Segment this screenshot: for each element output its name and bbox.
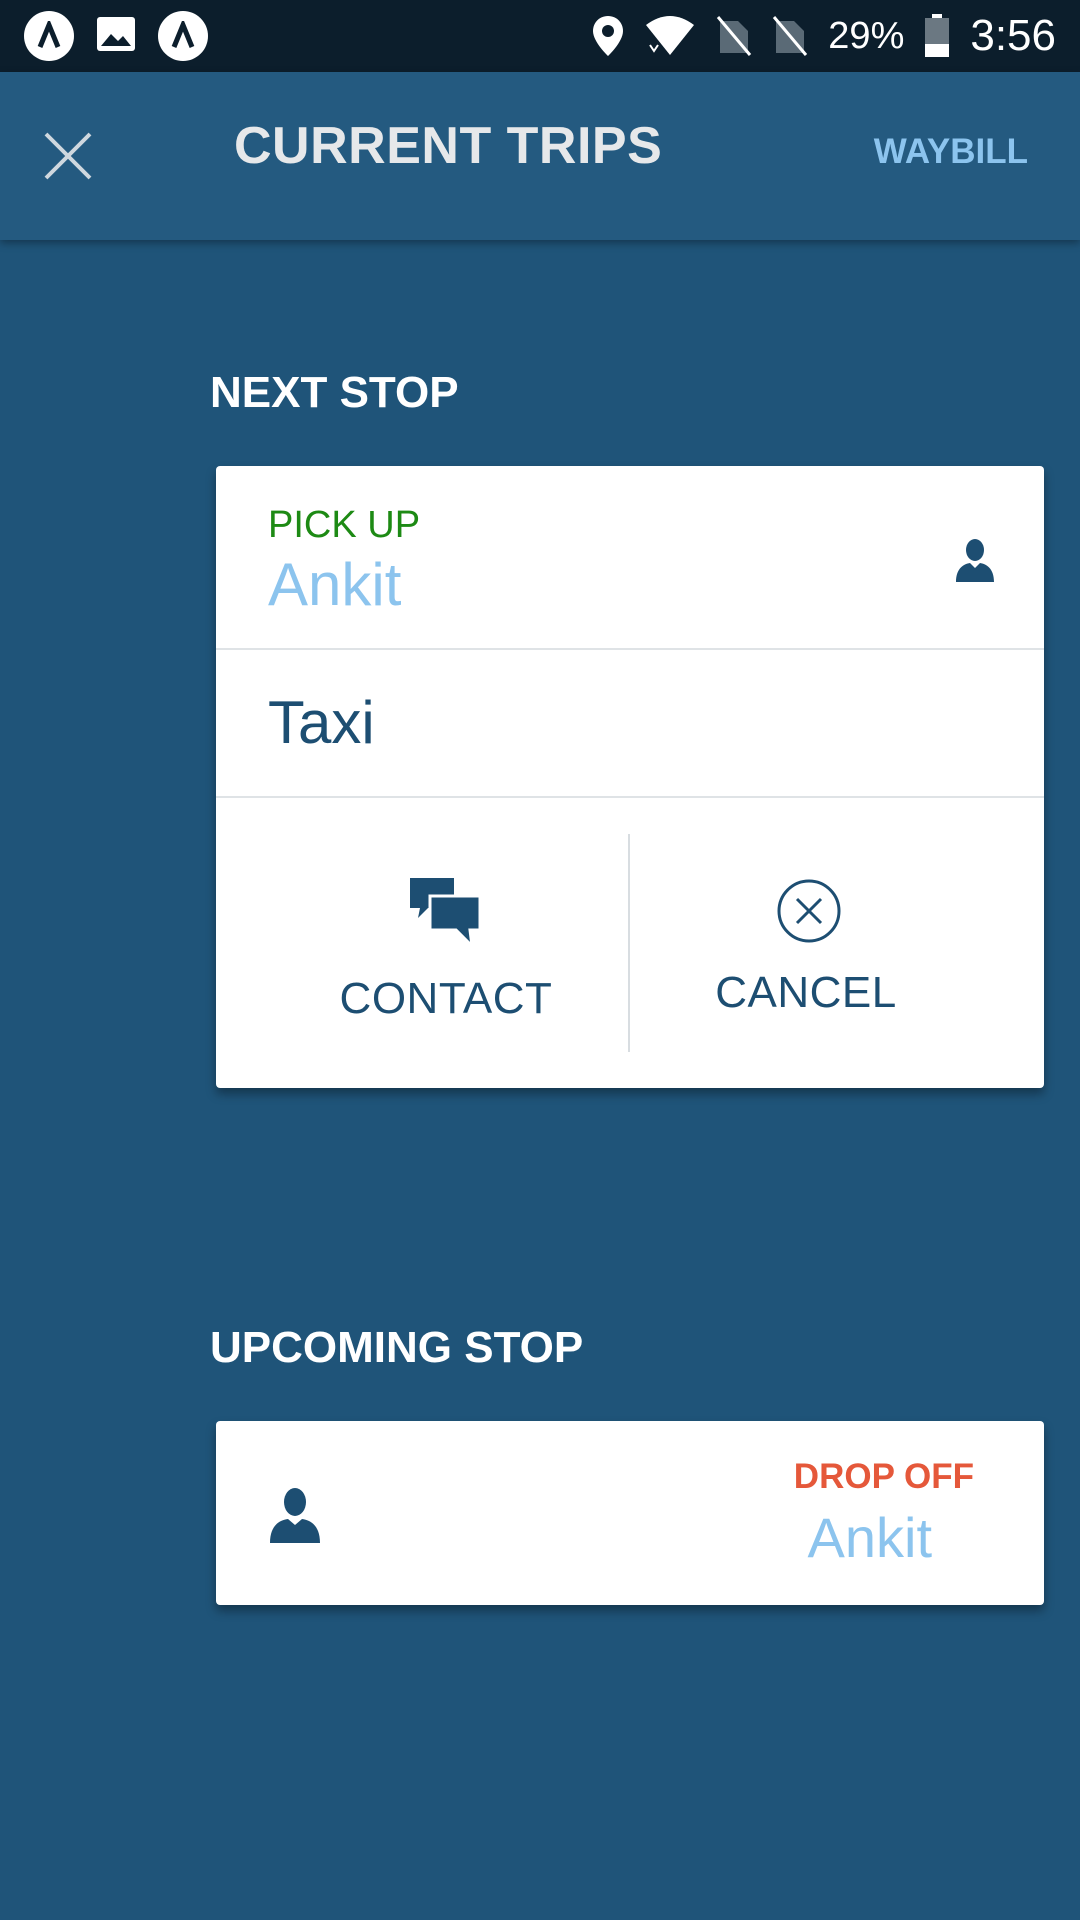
actions-section: CONTACT CANCEL [216,798,1044,1088]
stop-type-label: DROP OFF [793,1457,974,1496]
status-bar-left [24,11,208,61]
app-logo-icon [158,11,208,61]
person-icon [954,538,996,582]
no-sim-icon [772,15,808,57]
status-bar: 29% 3:56 [0,0,1080,72]
next-stop-heading: NEXT STOP [210,368,459,417]
location-pin-icon [592,15,624,57]
upcoming-stop-card[interactable]: DROP OFF Ankit [216,1421,1044,1605]
no-sim-icon [716,15,752,57]
battery-icon [924,14,950,58]
person-icon [268,1487,322,1543]
app-logo-icon [24,11,74,61]
clock: 3:56 [970,11,1056,60]
contact-label: CONTACT [339,974,553,1023]
service-section: Taxi [216,650,1044,798]
wifi-icon [644,15,696,57]
status-bar-right: 29% 3:56 [592,11,1056,61]
next-stop-card: PICK UP Ankit Taxi CONTACT CANCEL [216,466,1044,1088]
chat-bubbles-icon [410,878,482,951]
contact-button[interactable]: CONTACT [336,878,556,1023]
action-divider [628,834,630,1052]
app-bar: CURRENT TRIPS WAYBILL [0,72,1080,240]
passenger-name: Ankit [807,1506,933,1569]
waybill-button[interactable]: WAYBILL [874,132,1028,172]
battery-percent: 29% [828,14,905,57]
service-type: Taxi [268,689,375,756]
cancel-label: CANCEL [715,968,897,1017]
passenger-name: Ankit [268,551,402,618]
cancel-circle-icon [776,878,842,944]
image-icon [96,16,136,57]
close-icon [44,132,92,180]
stop-type-label: PICK UP [268,504,421,546]
pickup-section[interactable]: PICK UP Ankit [216,466,1044,650]
page-title: CURRENT TRIPS [234,117,663,175]
close-button[interactable] [42,130,94,182]
cancel-button[interactable]: CANCEL [696,878,916,1018]
upcoming-stop-heading: UPCOMING STOP [210,1323,584,1372]
